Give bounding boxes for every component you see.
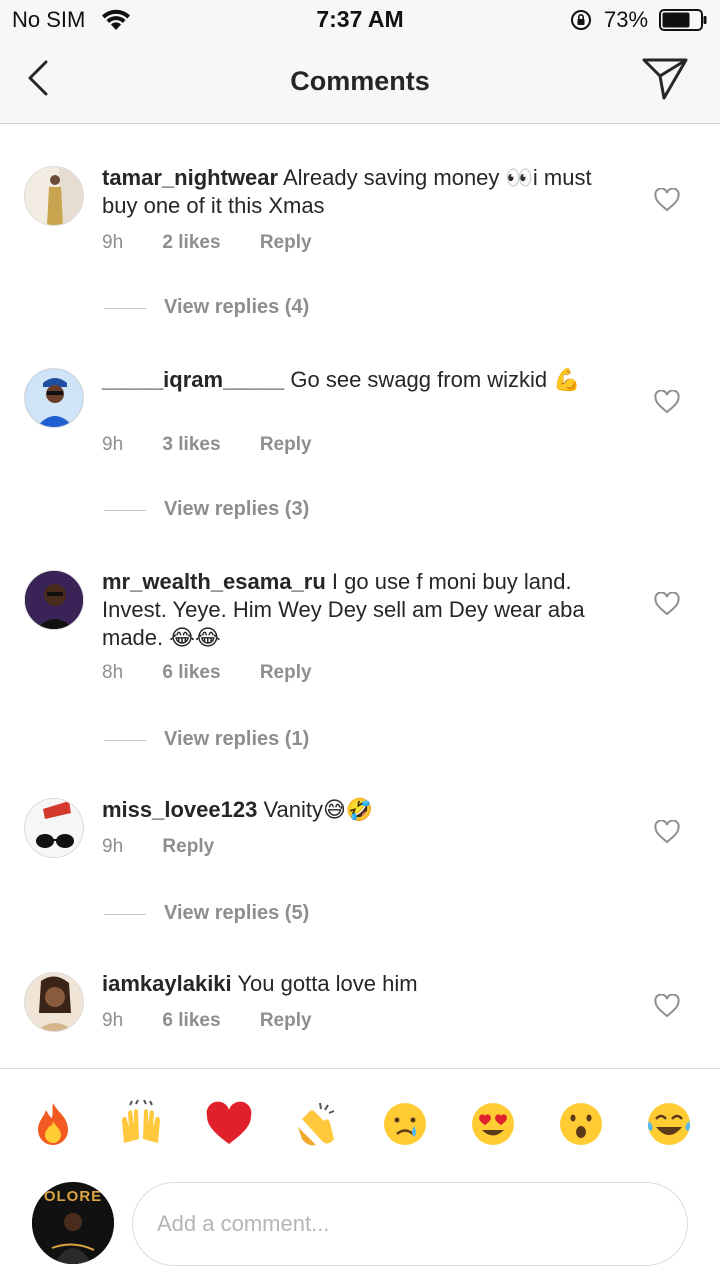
view-replies-button[interactable]: View replies (4) bbox=[104, 294, 404, 324]
comment-composer: OLORE bbox=[0, 1178, 720, 1280]
comment-body: iamkaylakiki You gotta love him bbox=[102, 970, 622, 998]
comment-meta: 9h 3 likes Reply bbox=[102, 434, 346, 456]
comment-meta: 9h Reply bbox=[102, 836, 248, 858]
header: Comments bbox=[0, 40, 720, 124]
heart-eyes-emoji-icon[interactable] bbox=[468, 1099, 518, 1149]
comment-time: 8h bbox=[102, 662, 124, 683]
battery-icon bbox=[659, 9, 707, 31]
battery-percent: 73% bbox=[604, 7, 649, 32]
reply-button[interactable]: Reply bbox=[260, 434, 312, 455]
surprised-face-emoji-icon[interactable] bbox=[556, 1099, 606, 1149]
comment-likes[interactable]: 3 likes bbox=[162, 434, 220, 455]
comment-username[interactable]: mr_wealth_esama_ru bbox=[102, 569, 326, 594]
view-replies-button[interactable]: View replies (1) bbox=[104, 726, 404, 756]
view-replies-label: View replies (1) bbox=[164, 728, 310, 750]
avatar-image bbox=[25, 973, 83, 1031]
comment-text: Vanity😅🤣 bbox=[263, 797, 374, 822]
comment-text: You gotta love him bbox=[237, 971, 418, 996]
tears-of-joy-emoji-icon[interactable] bbox=[644, 1099, 694, 1149]
divider-line bbox=[104, 510, 146, 511]
fire-emoji-icon[interactable] bbox=[28, 1099, 78, 1149]
status-bar: No SIM 7:37 AM 73% bbox=[0, 0, 720, 40]
comment-username[interactable]: iamkaylakiki bbox=[102, 971, 232, 996]
comment-body: _____iqram_____ Go see swagg from wizkid… bbox=[102, 366, 622, 394]
clapping-hands-emoji-icon[interactable] bbox=[292, 1099, 342, 1149]
avatar-image bbox=[25, 571, 83, 629]
reply-button[interactable]: Reply bbox=[260, 232, 312, 253]
user-avatar[interactable]: OLORE bbox=[32, 1182, 114, 1264]
reply-button[interactable]: Reply bbox=[260, 662, 312, 683]
comment-likes[interactable]: 6 likes bbox=[162, 1010, 220, 1031]
comment-username[interactable]: _____iqram_____ bbox=[102, 367, 284, 392]
comment-time: 9h bbox=[102, 1010, 124, 1031]
comment-time: 9h bbox=[102, 434, 124, 455]
comment-meta: 9h 2 likes Reply bbox=[102, 232, 346, 254]
rotation-lock-icon bbox=[571, 10, 591, 30]
send-direct-icon[interactable] bbox=[640, 56, 690, 102]
comment-likes[interactable]: 6 likes bbox=[162, 662, 220, 683]
view-replies-button[interactable]: View replies (3) bbox=[104, 496, 404, 526]
heart-icon[interactable] bbox=[654, 390, 680, 414]
view-replies-label: View replies (5) bbox=[164, 902, 310, 924]
comment-time: 9h bbox=[102, 836, 124, 857]
red-heart-emoji-icon[interactable] bbox=[204, 1099, 254, 1149]
divider-line bbox=[104, 914, 146, 915]
crying-face-emoji-icon[interactable] bbox=[380, 1099, 430, 1149]
heart-icon[interactable] bbox=[654, 994, 680, 1018]
comment-username[interactable]: miss_lovee123 bbox=[102, 797, 257, 822]
comment-likes[interactable]: 2 likes bbox=[162, 232, 220, 253]
heart-icon[interactable] bbox=[654, 188, 680, 212]
heart-icon[interactable] bbox=[654, 820, 680, 844]
view-replies-button[interactable]: View replies (5) bbox=[104, 900, 404, 930]
comment-input[interactable] bbox=[132, 1182, 688, 1266]
avatar-image bbox=[25, 799, 83, 857]
comment-meta: 9h 6 likes Reply bbox=[102, 1010, 346, 1032]
divider-line bbox=[104, 740, 146, 741]
comment-time: 9h bbox=[102, 232, 124, 253]
page-title: Comments bbox=[290, 66, 430, 96]
avatar[interactable] bbox=[24, 166, 84, 226]
avatar[interactable] bbox=[24, 972, 84, 1032]
reply-button[interactable]: Reply bbox=[162, 836, 214, 857]
comments-list: tamar_nightwear Already saving money 👀i … bbox=[0, 124, 720, 1068]
emoji-bar bbox=[0, 1068, 720, 1178]
comment-username[interactable]: tamar_nightwear bbox=[102, 165, 278, 190]
comment-meta: 8h 6 likes Reply bbox=[102, 662, 346, 684]
comment-body: tamar_nightwear Already saving money 👀i … bbox=[102, 164, 622, 220]
comment-body: miss_lovee123 Vanity😅🤣 bbox=[102, 796, 622, 824]
comment-text: Go see swagg from wizkid 💪 bbox=[290, 367, 581, 392]
heart-icon[interactable] bbox=[654, 592, 680, 616]
divider-line bbox=[104, 308, 146, 309]
reply-button[interactable]: Reply bbox=[260, 1010, 312, 1031]
avatar[interactable] bbox=[24, 570, 84, 630]
comment-body: mr_wealth_esama_ru I go use f moni buy l… bbox=[102, 568, 622, 652]
view-replies-label: View replies (4) bbox=[164, 296, 310, 318]
avatar[interactable] bbox=[24, 368, 84, 428]
avatar-brand-text: OLORE bbox=[43, 1188, 103, 1205]
avatar-image bbox=[25, 369, 83, 427]
avatar-image bbox=[25, 167, 83, 225]
raising-hands-emoji-icon[interactable] bbox=[116, 1099, 166, 1149]
view-replies-label: View replies (3) bbox=[164, 498, 310, 520]
avatar[interactable] bbox=[24, 798, 84, 858]
